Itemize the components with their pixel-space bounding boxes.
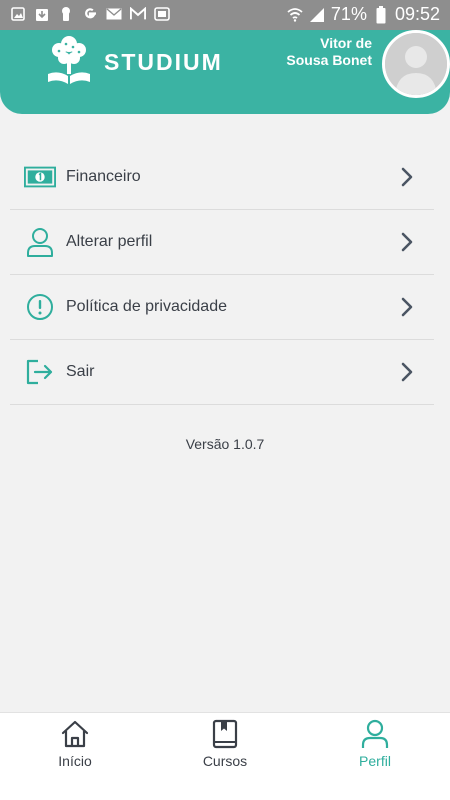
- download-icon: [34, 6, 50, 22]
- battery-icon: [373, 5, 389, 23]
- money-icon: [24, 161, 56, 193]
- nav-perfil[interactable]: Perfil: [325, 719, 425, 769]
- brand-name: STUDIUM: [104, 49, 223, 75]
- profile-menu: Financeiro Alterar perfil Política de pr…: [10, 145, 434, 405]
- menu-item-label: Alterar perfil: [66, 233, 153, 250]
- nav-label: Cursos: [202, 753, 248, 769]
- user-name: Vitor de Sousa Bonet: [286, 35, 372, 68]
- chevron-right-icon: [400, 232, 414, 252]
- nav-label: Início: [58, 753, 92, 769]
- google-icon: [82, 6, 98, 22]
- chevron-right-icon: [400, 167, 414, 187]
- menu-item-alterar-perfil[interactable]: Alterar perfil: [10, 210, 434, 275]
- user-icon: [24, 226, 56, 258]
- app-version: Versão 1.0.7: [185, 436, 265, 452]
- tree-book-icon: [44, 32, 94, 84]
- book-icon: [210, 719, 240, 749]
- avatar[interactable]: [382, 30, 450, 98]
- home-icon: [60, 719, 90, 749]
- menu-item-label: Sair: [66, 363, 95, 380]
- menu-item-sair[interactable]: Sair: [10, 340, 434, 405]
- wifi-icon: [287, 7, 303, 23]
- status-bar-system: 71% 09:52: [287, 4, 440, 25]
- keyhole-icon: [58, 6, 74, 22]
- chevron-right-icon: [400, 297, 414, 317]
- nav-cursos[interactable]: Cursos: [175, 719, 275, 769]
- gallery-icon: [10, 6, 26, 22]
- nav-inicio[interactable]: Início: [25, 719, 125, 769]
- status-bar-notifications: [10, 6, 170, 22]
- user-icon: [360, 719, 390, 749]
- status-bar: 71% 09:52: [0, 0, 450, 30]
- menu-item-politica-privacidade[interactable]: Política de privacidade: [10, 275, 434, 340]
- logout-icon: [24, 356, 56, 388]
- menu-item-financeiro[interactable]: Financeiro: [10, 145, 434, 210]
- envelope-icon: [106, 6, 122, 22]
- screenshot-icon: [154, 6, 170, 22]
- app-header: STUDIUM Vitor de Sousa Bonet: [0, 30, 450, 114]
- clock: 09:52: [394, 4, 440, 24]
- gmail-icon: [130, 6, 146, 22]
- battery-percent: 71%: [330, 4, 367, 24]
- bottom-navigation: Início Cursos Perfil: [0, 712, 450, 800]
- chevron-right-icon: [400, 362, 414, 382]
- menu-item-label: Política de privacidade: [66, 298, 227, 315]
- alert-circle-icon: [24, 291, 56, 323]
- nav-label: Perfil: [359, 753, 391, 769]
- menu-item-label: Financeiro: [66, 168, 141, 185]
- signal-icon: [309, 7, 325, 23]
